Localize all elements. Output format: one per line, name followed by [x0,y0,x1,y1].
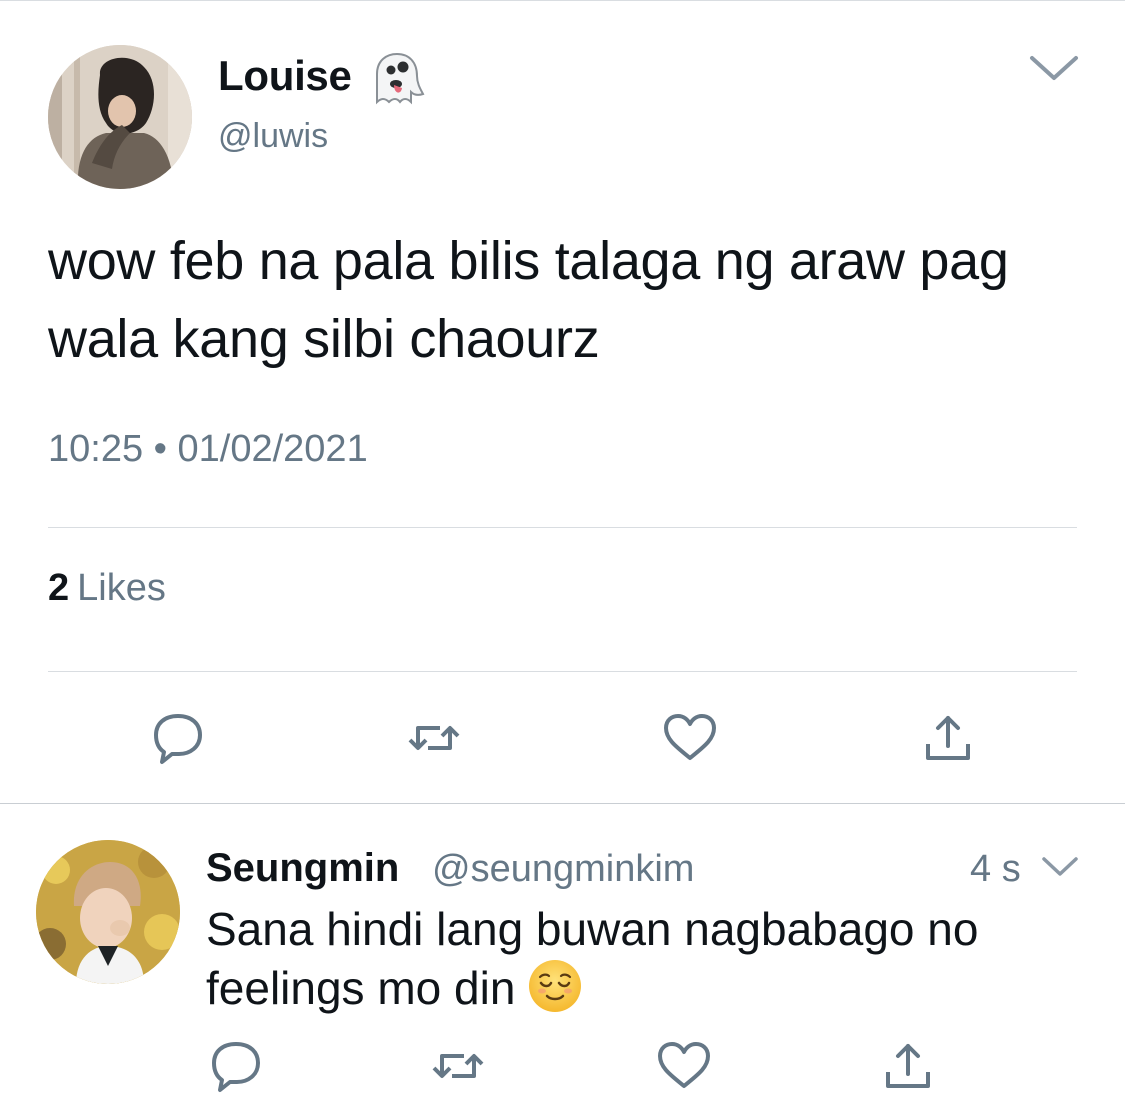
likes-label: Likes [77,567,166,609]
avatar[interactable] [36,840,180,984]
reply-handle[interactable]: @seungminkim [432,848,694,891]
main-tweet: Louise @luwis wow feb na pala bilis tala… [0,0,1125,803]
share-icon[interactable] [878,1036,938,1096]
handle[interactable]: @luwis [218,117,328,156]
tweet-text: wow feb na pala bilis talaga ng araw pag… [48,231,1009,369]
reply-icon[interactable] [148,708,208,768]
retweet-icon[interactable] [404,708,464,768]
likes-count: 2 [48,567,70,609]
reply-text-block: Sana hindi lang buwan nagbabago no feeli… [206,900,1096,1017]
reply-tweet[interactable]: Seungmin @seungminkim 4 s Sana hindi lan… [0,804,1125,1116]
like-icon[interactable] [660,708,720,768]
retweet-icon[interactable] [428,1036,488,1096]
divider [48,527,1077,528]
relieved-face-emoji-icon [527,958,583,1014]
display-name[interactable]: Louise [218,52,352,100]
reply-display-name[interactable]: Seungmin [206,846,399,891]
likes-row[interactable]: 2 Likes [48,567,166,610]
reply-text: Sana hindi lang buwan nagbabago no feeli… [206,903,979,1014]
share-icon[interactable] [918,708,978,768]
chevron-down-icon[interactable] [1040,854,1080,880]
reply-icon[interactable] [206,1036,266,1096]
reply-time: 4 s [970,848,1021,890]
like-icon[interactable] [654,1036,714,1096]
timestamp: 10:25 • 01/02/2021 [48,428,368,470]
divider [48,671,1077,672]
avatar[interactable] [48,45,192,189]
chevron-down-icon[interactable] [1028,52,1080,84]
ghost-emoji-icon [367,50,425,108]
